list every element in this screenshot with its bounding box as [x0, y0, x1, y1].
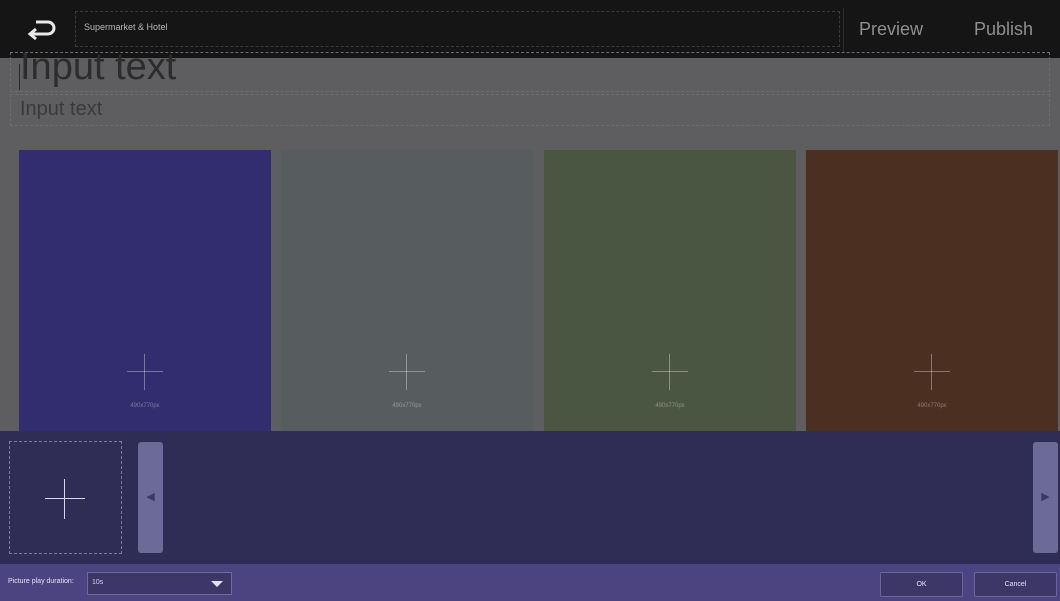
preview-button[interactable]: Preview: [859, 19, 923, 40]
picture-tile-2[interactable]: 490x770px: [281, 150, 533, 431]
picture-tile-1[interactable]: 490x770px: [19, 150, 271, 431]
subtitle-text-box[interactable]: [10, 94, 1050, 126]
picture-tile-3[interactable]: 490x770px: [544, 150, 796, 431]
picture-tiles: 490x770px 490x770px 490x770px 490x770px: [0, 150, 1060, 431]
picture-tile-4[interactable]: 490x770px: [806, 150, 1058, 431]
tile-size-label: 490x770px: [392, 403, 422, 409]
tile-size-label: 490x770px: [655, 403, 685, 409]
title-text: Supermarket & Hotel: [84, 22, 168, 32]
plus-icon: [914, 354, 950, 390]
cancel-button[interactable]: Cancel: [974, 572, 1057, 597]
add-picture-button[interactable]: [9, 441, 122, 554]
back-button[interactable]: [22, 14, 58, 44]
headline-text: Input text: [20, 46, 177, 88]
picture-editor-screen: Supermarket & Hotel Preview Publish Inpu…: [0, 0, 1060, 601]
plus-icon: [652, 354, 688, 390]
plus-icon: [45, 479, 85, 519]
title-field[interactable]: Supermarket & Hotel: [75, 11, 840, 47]
picture-picker-panel: ◀ ▶: [0, 431, 1060, 564]
ok-button[interactable]: OK: [880, 572, 963, 597]
duration-label: Picture play duration:: [8, 578, 74, 585]
plus-icon: [127, 354, 163, 390]
plus-icon: [389, 354, 425, 390]
cancel-button-label: Cancel: [1004, 581, 1027, 588]
triangle-left-icon: ◀: [146, 491, 155, 503]
subtitle-text: Input text: [20, 98, 103, 120]
tile-size-label: 490x770px: [917, 403, 947, 409]
top-bar-divider: [843, 8, 844, 52]
return-arrow-icon: [27, 20, 56, 41]
ok-button-label: OK: [916, 581, 927, 588]
tile-size-label: 490x770px: [130, 403, 160, 409]
duration-select[interactable]: 10s: [87, 572, 232, 595]
scroll-left-button[interactable]: ◀: [138, 442, 163, 553]
scroll-right-button[interactable]: ▶: [1033, 442, 1058, 553]
footer-bar: Picture play duration: 10s OK Cancel: [0, 564, 1060, 601]
chevron-down-icon: [211, 581, 223, 587]
triangle-right-icon: ▶: [1041, 491, 1050, 503]
duration-value: 10s: [92, 579, 104, 586]
publish-button[interactable]: Publish: [974, 19, 1033, 40]
